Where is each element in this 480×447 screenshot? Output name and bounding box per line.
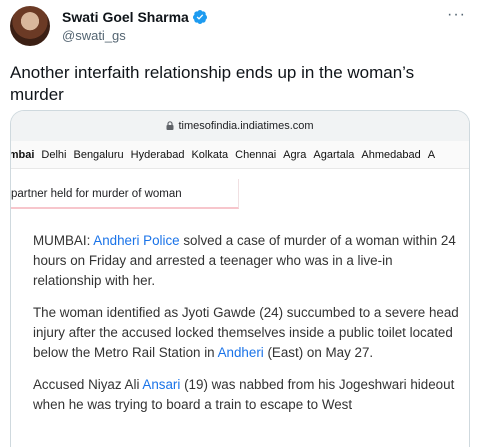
article-paragraph-3: Accused Niyaz Ali Ansari (19) was nabbed…: [33, 375, 463, 415]
article-paragraph-1: MUMBAI: Andheri Police solved a case of …: [33, 231, 463, 291]
paragraph-text: MUMBAI:: [33, 233, 94, 248]
article-paragraph-2: The woman identified as Jyoti Gawde (24)…: [33, 303, 463, 363]
author-name-row: Swati Goel Sharma: [62, 9, 208, 25]
nav-item-agra: Agra: [283, 149, 307, 161]
tweet-text: Another interfaith relationship ends up …: [10, 63, 415, 104]
headline-strip: partner held for murder of woman: [11, 179, 239, 209]
paragraph-text: (East) on May 27.: [263, 345, 374, 360]
ellipsis-icon[interactable]: ···: [447, 6, 466, 24]
author-handle[interactable]: @swati_gs: [62, 28, 126, 43]
paragraph-text: Accused Niyaz Ali: [33, 377, 143, 392]
verified-badge-icon: [192, 10, 207, 24]
tweet-header: Swati Goel Sharma @swati_gs ···: [10, 6, 470, 50]
link-andheri: Andheri: [217, 345, 264, 360]
url-text: timesofindia.indiatimes.com: [178, 120, 314, 132]
link-ansari: Ansari: [142, 377, 181, 392]
nav-item-chennai: Chennai: [235, 149, 277, 161]
city-nav-strip: umbai Delhi Bengaluru Hyderabad Kolkata …: [11, 141, 469, 169]
nav-item-truncated: A: [427, 149, 436, 161]
nav-item-ahmedabad: Ahmedabad: [361, 149, 421, 161]
author-display-name[interactable]: Swati Goel Sharma: [62, 9, 189, 25]
link-andheri-police: Andheri Police: [93, 233, 180, 248]
nav-item-agartala: Agartala: [313, 149, 355, 161]
attached-screenshot[interactable]: timesofindia.indiatimes.com umbai Delhi …: [10, 110, 470, 447]
article-body: MUMBAI: Andheri Police solved a case of …: [33, 231, 463, 427]
nav-item-bengaluru: Bengaluru: [73, 149, 124, 161]
nav-item-hyderabad: Hyderabad: [130, 149, 185, 161]
nav-item-delhi: Delhi: [41, 149, 67, 161]
browser-url-bar: timesofindia.indiatimes.com: [11, 111, 469, 141]
nav-item-kolkata: Kolkata: [191, 149, 229, 161]
nav-item-mumbai: umbai: [11, 149, 35, 161]
headline-text: partner held for murder of woman: [11, 188, 182, 200]
city-nav-items: umbai Delhi Bengaluru Hyderabad Kolkata …: [11, 149, 435, 161]
url-display: timesofindia.indiatimes.com: [11, 120, 469, 132]
avatar[interactable]: [10, 6, 50, 46]
lock-icon: [166, 121, 174, 130]
